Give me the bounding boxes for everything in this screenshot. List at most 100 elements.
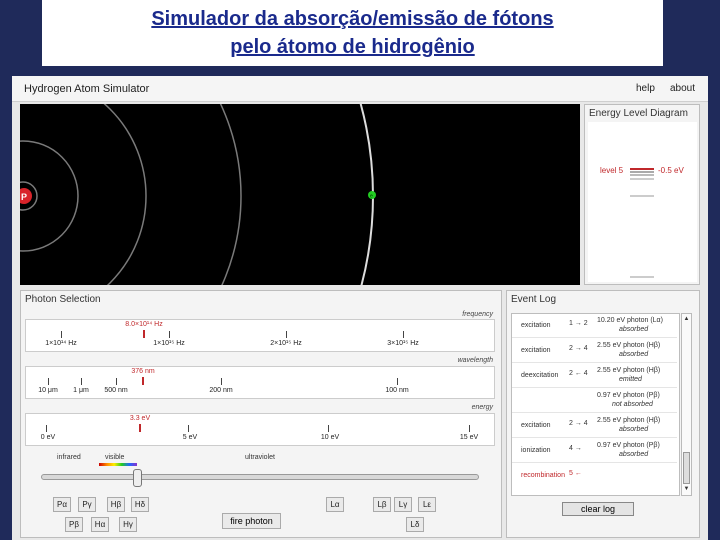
tick — [221, 378, 222, 385]
wavelength-tick-label: 200 nm — [209, 387, 233, 394]
energy-tick-label: 0 eV — [40, 434, 56, 441]
line-button-l-epsilon[interactable]: Lε — [418, 497, 436, 512]
line-button-l-beta[interactable]: Lβ — [373, 497, 391, 512]
line-button-p-gamma[interactable]: Pγ — [78, 497, 96, 512]
fire-photon-button[interactable]: fire photon — [222, 513, 281, 529]
orbit-3 — [103, 104, 147, 285]
tick — [397, 378, 398, 385]
log-transition: 4 → — [569, 445, 582, 452]
frequency-marker — [143, 330, 145, 338]
line-button-p-beta[interactable]: Pβ — [65, 517, 83, 532]
log-transition: 2 → 4 — [569, 345, 588, 352]
spectrum-slider-thumb[interactable] — [133, 469, 143, 487]
log-photon: 2.55 eV photon (Hβ) — [597, 417, 661, 424]
log-kind: excitation — [521, 422, 551, 429]
log-kind: excitation — [521, 347, 551, 354]
event-log-list[interactable]: excitation 1 → 2 10.20 eV photon (Lα) ab… — [511, 313, 680, 496]
log-status: absorbed — [619, 426, 649, 433]
about-link[interactable]: about — [670, 83, 695, 94]
energy-diagram-area: level 5 -0.5 eV — [588, 122, 697, 282]
wavelength-tick-label: 100 nm — [385, 387, 409, 394]
log-kind: excitation — [521, 322, 551, 329]
line-button-h-delta[interactable]: Hδ — [131, 497, 149, 512]
scroll-thumb[interactable] — [683, 452, 690, 484]
wavelength-tick-label: 500 nm — [104, 387, 128, 394]
orbit-5 — [359, 104, 374, 285]
visible-label: visible — [105, 454, 125, 461]
line-button-p-alpha[interactable]: Pα — [53, 497, 71, 512]
log-transition: 2 ← 4 — [569, 370, 588, 377]
frequency-tick-label: 1×10¹⁵ Hz — [153, 340, 185, 347]
log-photon: 10.20 eV photon (Lα) — [597, 317, 663, 324]
tick — [403, 331, 404, 338]
scroll-down-icon[interactable]: ▼ — [683, 485, 690, 493]
app-title: Hydrogen Atom Simulator — [24, 83, 150, 95]
line-button-l-gamma[interactable]: Lγ — [394, 497, 412, 512]
tick — [48, 378, 49, 385]
scroll-up-icon[interactable]: ▲ — [683, 315, 690, 323]
log-photon: 2.55 eV photon (Hβ) — [597, 367, 661, 374]
wavelength-marker — [142, 377, 144, 385]
slide-title-line-2: pelo átomo de hidrogênio — [230, 36, 475, 58]
line-button-h-beta[interactable]: Hβ — [107, 497, 125, 512]
log-kind: ionization — [521, 447, 551, 454]
line-button-l-delta[interactable]: Lδ — [406, 517, 424, 532]
event-log-title: Event Log — [511, 294, 557, 305]
spectrum-slider-track[interactable] — [41, 474, 479, 480]
log-status: absorbed — [619, 451, 649, 458]
frequency-selected-label: 8.0×10¹⁴ Hz — [125, 321, 163, 328]
tick — [328, 425, 329, 432]
proton-label: P — [21, 192, 27, 202]
log-row: excitation 2 → 4 2.55 eV photon (Hβ) abs… — [512, 414, 677, 438]
line-button-h-alpha[interactable]: Hα — [91, 517, 109, 532]
photon-selection-title: Photon Selection — [25, 294, 101, 305]
log-transition: 5 ← — [569, 470, 582, 477]
log-status: absorbed — [619, 351, 649, 358]
energy-tick-label: 5 eV — [182, 434, 198, 441]
photon-selection-panel: Photon Selection frequency 1×10¹⁴ Hz 1×1… — [20, 290, 502, 538]
atom-view: P e — [20, 104, 580, 285]
frequency-tick-label: 3×10¹⁵ Hz — [387, 340, 419, 347]
log-row: recombination 5 ← — [512, 464, 677, 488]
log-transition: 1 → 2 — [569, 320, 588, 327]
energy-level-label: level 5 — [600, 166, 624, 175]
line-button-h-gamma[interactable]: Hγ — [119, 517, 137, 532]
energy-marker — [139, 424, 141, 432]
energy-caption: energy — [471, 404, 493, 411]
wavelength-selected-label: 376 nm — [131, 368, 155, 375]
tick — [81, 378, 82, 385]
simulator-window: Hydrogen Atom Simulator help about P e E… — [12, 76, 708, 540]
energy-selected-label: 3.3 eV — [129, 415, 151, 422]
line-button-l-alpha[interactable]: Lα — [326, 497, 344, 512]
wavelength-caption: wavelength — [457, 357, 493, 364]
electron-label: e — [370, 194, 373, 200]
event-log-scrollbar[interactable]: ▲ ▼ — [681, 313, 692, 496]
frequency-scale[interactable]: 1×10¹⁴ Hz 1×10¹⁵ Hz 2×10¹⁵ Hz 3×10¹⁵ Hz … — [25, 319, 495, 352]
tick — [46, 425, 47, 432]
slide-title-line-1: Simulador da absorção/emissão de fótons — [151, 8, 554, 30]
log-status: not absorbed — [612, 401, 653, 408]
visible-spectrum-bar — [99, 463, 137, 466]
log-row: 0.97 eV photon (Pβ) not absorbed — [512, 389, 677, 413]
wavelength-scale[interactable]: 10 μm 1 μm 500 nm 200 nm 100 nm 376 nm — [25, 366, 495, 399]
energy-tick-label: 10 eV — [320, 434, 340, 441]
frequency-caption: frequency — [462, 311, 493, 318]
wavelength-tick-label: 10 μm — [38, 387, 58, 394]
log-transition: 2 → 4 — [569, 420, 588, 427]
event-log-panel: Event Log excitation 1 → 2 10.20 eV phot… — [506, 290, 700, 538]
log-row: excitation 2 → 4 2.55 eV photon (Hβ) abs… — [512, 339, 677, 363]
orbit-4 — [219, 104, 242, 285]
clear-log-button[interactable]: clear log — [562, 502, 634, 516]
infrared-label: infrared — [57, 454, 81, 461]
log-status: emitted — [619, 376, 642, 383]
log-photon: 2.55 eV photon (Hβ) — [597, 342, 661, 349]
frequency-tick-label: 2×10¹⁵ Hz — [270, 340, 302, 347]
app-header: Hydrogen Atom Simulator help about — [12, 76, 708, 102]
help-link[interactable]: help — [636, 83, 655, 94]
log-photon: 0.97 eV photon (Pβ) — [597, 442, 660, 449]
log-status: absorbed — [619, 326, 649, 333]
tick — [286, 331, 287, 338]
energy-scale[interactable]: 0 eV 5 eV 10 eV 15 eV 3.3 eV — [25, 413, 495, 446]
frequency-tick-label: 1×10¹⁴ Hz — [45, 340, 77, 347]
log-row: ionization 4 → 0.97 eV photon (Pβ) absor… — [512, 439, 677, 463]
